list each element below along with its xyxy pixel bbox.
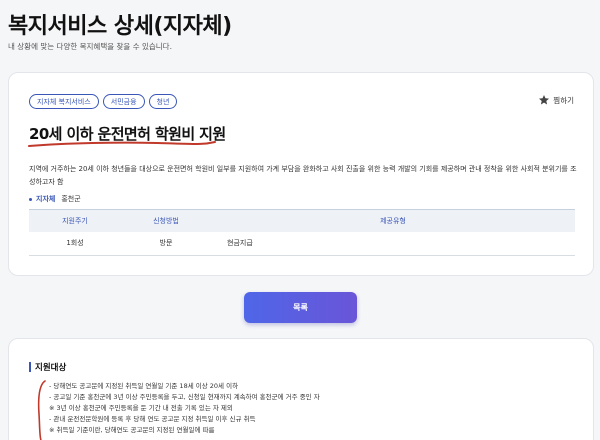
list-button[interactable]: 목록 [244, 292, 357, 323]
star-icon [539, 95, 550, 105]
bullet-dot [29, 197, 32, 201]
tag-youth[interactable]: 청년 [148, 94, 178, 109]
tag-microfinance[interactable]: 서민금융 [102, 94, 145, 109]
list-item: - 당해연도 공고문에 지정된 취득일 연월일 기준 18세 이상 20세 이하 [49, 382, 239, 390]
list-item: - 공고일 기준 홍천군에 3년 이상 주민등록을 두고, 신청일 현재까지 계… [49, 393, 320, 401]
tag-list: 지자체 복지서비스 서민금융 청년 [29, 94, 178, 109]
eligibility-card: 지원대상 - 당해연도 공고문에 지정된 취득일 연월일 기준 18세 이상 2… [8, 338, 594, 440]
eligibility-title: 지원대상 [35, 363, 67, 373]
eligibility-list: - 당해연도 공고문에 지정된 취득일 연월일 기준 18세 이상 20세 이하… [49, 381, 320, 436]
org-row: 지자체 홍천군 [29, 194, 81, 204]
org-label: 지자체 [36, 195, 56, 203]
org-value: 홍천군 [61, 195, 81, 203]
page-subtitle: 내 상황에 맞는 다양한 복지혜택을 찾을 수 있습니다. [8, 42, 172, 51]
cell-application-method: 방문 [121, 231, 211, 256]
favorite-label: 찜하기 [553, 95, 574, 105]
tag-local-welfare[interactable]: 지자체 복지서비스 [29, 94, 99, 109]
list-item: ※ 3년 이상 홍천군에 주민등록을 둔 기간 내 전출 기록 있는 자 제외 [49, 404, 233, 412]
list-item: ※ 취득일 기준이란, 당해연도 공고문의 지정된 연월일에 따름 [49, 426, 215, 434]
page-title: 복지서비스 상세(지자체) [8, 14, 232, 39]
service-info-table: 지원주기 신청방법 제공유형 1회성 방문 현금지급 [29, 209, 575, 256]
table-row: 1회성 방문 현금지급 [29, 231, 575, 256]
header-provision-type: 제공유형 [211, 209, 575, 232]
cell-support-cycle: 1회성 [29, 231, 121, 256]
red-bracket-annotation [37, 380, 46, 440]
header-application-method: 신청방법 [121, 209, 211, 232]
table-header-row: 지원주기 신청방법 제공유형 [29, 209, 575, 232]
red-underline-annotation [28, 141, 216, 147]
service-description: 지역에 거주하는 20세 이하 청년들을 대상으로 운전면허 학원비 일부를 지… [29, 165, 577, 186]
header-support-cycle: 지원주기 [29, 209, 121, 232]
cell-provision-type: 현금지급 [211, 231, 575, 256]
favorite-button[interactable]: 찜하기 [538, 94, 574, 106]
section-marker [29, 362, 31, 372]
service-detail-card: 지자체 복지서비스 서민금융 청년 찜하기 20세 이하 운전면허 학원비 지원… [8, 72, 594, 276]
eligibility-heading: 지원대상 [29, 361, 66, 373]
list-item: - 관내 운전전문학원에 등록 후 당해 연도 공고문 지정 취득일 이후 신규… [49, 415, 256, 423]
